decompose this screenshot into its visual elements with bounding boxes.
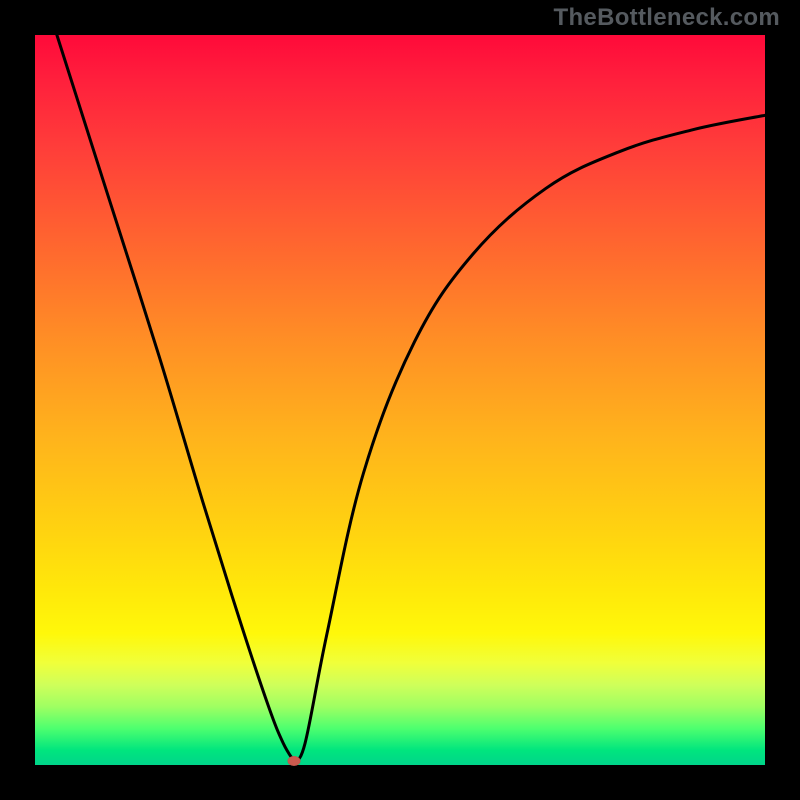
- watermark-text: TheBottleneck.com: [554, 4, 780, 32]
- bottleneck-curve: [57, 35, 765, 761]
- curve-svg: [35, 35, 765, 765]
- min-point-marker: [288, 756, 301, 766]
- chart-frame: TheBottleneck.com: [0, 0, 800, 800]
- plot-area: [35, 35, 765, 765]
